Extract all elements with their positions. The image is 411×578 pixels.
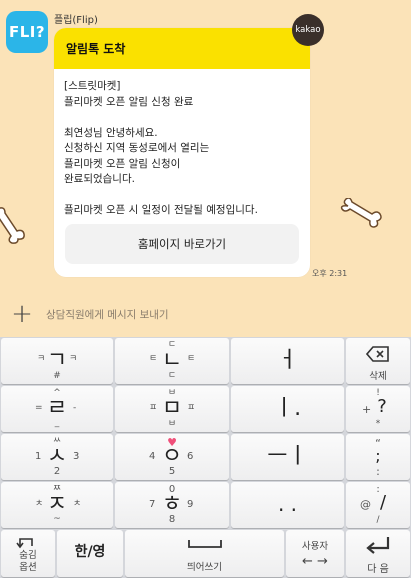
message-time: 오후 2:31 xyxy=(312,269,348,278)
key-ieung[interactable]: ♥ 4 ㅇ 6 5 xyxy=(115,434,229,480)
sender-name: 플립(Flip) xyxy=(54,15,98,26)
key-alt-right: ㅊ xyxy=(73,499,82,509)
key-main-label: . . xyxy=(277,492,298,516)
message-input[interactable]: 상담직원에게 메시지 보내기 xyxy=(46,307,169,322)
key-giyeok[interactable]: ㅋ ㄱ ㅋ # xyxy=(1,338,113,384)
options-label: 옵션 xyxy=(19,562,37,573)
key-main-label: ㅇ xyxy=(161,444,183,469)
key-alt-right: - xyxy=(73,403,77,413)
key-alt-bottom: 2 xyxy=(53,466,61,477)
key-main-label: ㅡㅣ xyxy=(267,444,308,469)
key-siot[interactable]: ㅆ 1 ㅅ 3 2 xyxy=(1,434,113,480)
key-main-label: ; xyxy=(375,446,381,465)
enter-label: 다 음 xyxy=(367,564,389,575)
key-alt-right: 9 xyxy=(187,499,194,510)
key-semicolon[interactable]: “ ; : xyxy=(346,434,410,480)
lang-toggle-label: 한/영 xyxy=(74,544,106,560)
key-alt-bottom: * xyxy=(375,419,381,429)
key-dot-dot[interactable]: . . xyxy=(231,482,344,528)
delete-label: 삭제 xyxy=(369,371,387,382)
key-enter[interactable]: 다 음 xyxy=(346,530,410,577)
key-hide-options[interactable]: 숨김 옵션 xyxy=(1,530,55,577)
key-main-label: ㄹ xyxy=(46,396,68,421)
chat-area: FLI? 플립(Flip) 알림톡 도착 [스트릿마켓] 플리마켓 오픈 알림 신… xyxy=(0,0,411,338)
key-main-label: / xyxy=(379,492,387,513)
message-line xyxy=(64,110,300,126)
message-input-bar: + 상담직원에게 메시지 보내기 xyxy=(0,291,411,337)
key-main-label: ㄱ xyxy=(46,348,68,373)
enter-icon xyxy=(366,537,390,554)
key-user-arrows[interactable]: 사용자 ← → xyxy=(286,530,344,577)
key-hieut[interactable]: 0 7 ㅎ 9 8 xyxy=(115,482,229,528)
message-line xyxy=(64,188,300,204)
key-alt-bottom: / xyxy=(376,515,380,525)
key-lang-toggle[interactable]: 한/영 xyxy=(57,530,123,577)
key-mieum[interactable]: ㅂ ㅍ ㅁ ㅍ ㅂ xyxy=(115,386,229,432)
cursor-arrows-icon: ← → xyxy=(302,554,328,569)
key-main-label: ㅁ xyxy=(161,396,183,421)
key-alt-right: ㅋ xyxy=(69,354,78,364)
key-main-label: ㅣ. xyxy=(273,396,302,421)
message-bubble: 알림톡 도착 [스트릿마켓] 플리마켓 오픈 알림 신청 완료최연성님 안녕하세요… xyxy=(54,28,310,277)
message-line: 플리마켓 오픈 알림 신청이 xyxy=(64,157,181,170)
key-i-dot[interactable]: ㅣ. xyxy=(231,386,344,432)
key-main-label: ? xyxy=(377,396,387,417)
message-line: 신청하신 지역 동성로에서 열리는 xyxy=(64,142,210,154)
key-eu-i[interactable]: ㅡㅣ xyxy=(231,434,344,480)
key-alt-right: 6 xyxy=(187,451,194,462)
key-alt-right: ㅍ xyxy=(187,403,196,413)
space-label: 띄어쓰기 xyxy=(187,562,222,573)
key-alt-bottom: : xyxy=(376,465,380,478)
avatar[interactable]: FLI? xyxy=(6,11,48,53)
homepage-button[interactable]: 홈페이지 바로가기 xyxy=(65,224,299,264)
key-space[interactable]: 띄어쓰기 xyxy=(125,530,284,577)
key-delete[interactable]: 삭제 xyxy=(346,338,410,384)
key-nieun[interactable]: ㄷ ㅌ ㄴ ㅌ ㄷ xyxy=(115,338,229,384)
space-icon xyxy=(188,540,222,548)
bone-decoration-icon xyxy=(340,198,382,228)
message-line: 플리마켓 오픈 시 일정이 전달될 예정입니다. xyxy=(64,204,258,216)
key-jieut[interactable]: ㅉ ㅊ ㅈ ㅊ ~ xyxy=(1,482,113,528)
key-alt-bottom: ㅂ xyxy=(167,419,177,429)
bubble-title: 알림톡 도착 xyxy=(54,28,310,69)
message-line: [스트릿마켓] xyxy=(64,80,121,92)
keyboard: ㅋ ㄱ ㅋ # ㄷ ㅌ ㄴ ㅌ ㄷ ㅓ 삭제 ^ = ㄹ - _ ㅂ ㅍ ㅁ ㅍ… xyxy=(0,337,411,578)
message-body: [스트릿마켓] 플리마켓 오픈 알림 신청 완료최연성님 안녕하세요. 신청하신 지… xyxy=(54,69,310,219)
key-main-label: ㅎ xyxy=(161,492,183,517)
message-line: 완료되었습니다. xyxy=(64,173,135,185)
key-alt-bottom: _ xyxy=(54,418,60,428)
plus-icon[interactable]: + xyxy=(0,291,44,337)
key-main-label: ㅅ xyxy=(46,444,68,469)
key-alt-bottom: ~ xyxy=(53,514,61,524)
key-alt-bottom: 5 xyxy=(168,466,176,477)
key-eo[interactable]: ㅓ xyxy=(231,338,344,384)
key-alt-bottom: ㄷ xyxy=(167,371,177,381)
key-slash[interactable]: : @ / / xyxy=(346,482,410,528)
user-label: 사용자 xyxy=(301,541,329,552)
message-line: 플리마켓 오픈 알림 신청 완료 xyxy=(64,95,194,108)
key-alt-right: ㅌ xyxy=(187,354,196,364)
key-main-label: ㅈ xyxy=(46,492,68,517)
backspace-icon xyxy=(366,346,389,362)
key-alt-bottom: # xyxy=(53,371,61,381)
key-question[interactable]: ! + ? * xyxy=(346,386,410,432)
key-main-label: ㄴ xyxy=(161,348,183,373)
key-main-label: ㅓ xyxy=(277,348,298,373)
key-alt-bottom: 8 xyxy=(168,514,176,525)
kakao-badge: kakao xyxy=(292,14,324,46)
message-line: 최연성님 안녕하세요. xyxy=(64,126,158,139)
key-alt-right: 3 xyxy=(73,451,80,462)
bone-decoration-icon xyxy=(0,207,25,244)
key-rieul[interactable]: ^ = ㄹ - _ xyxy=(1,386,113,432)
